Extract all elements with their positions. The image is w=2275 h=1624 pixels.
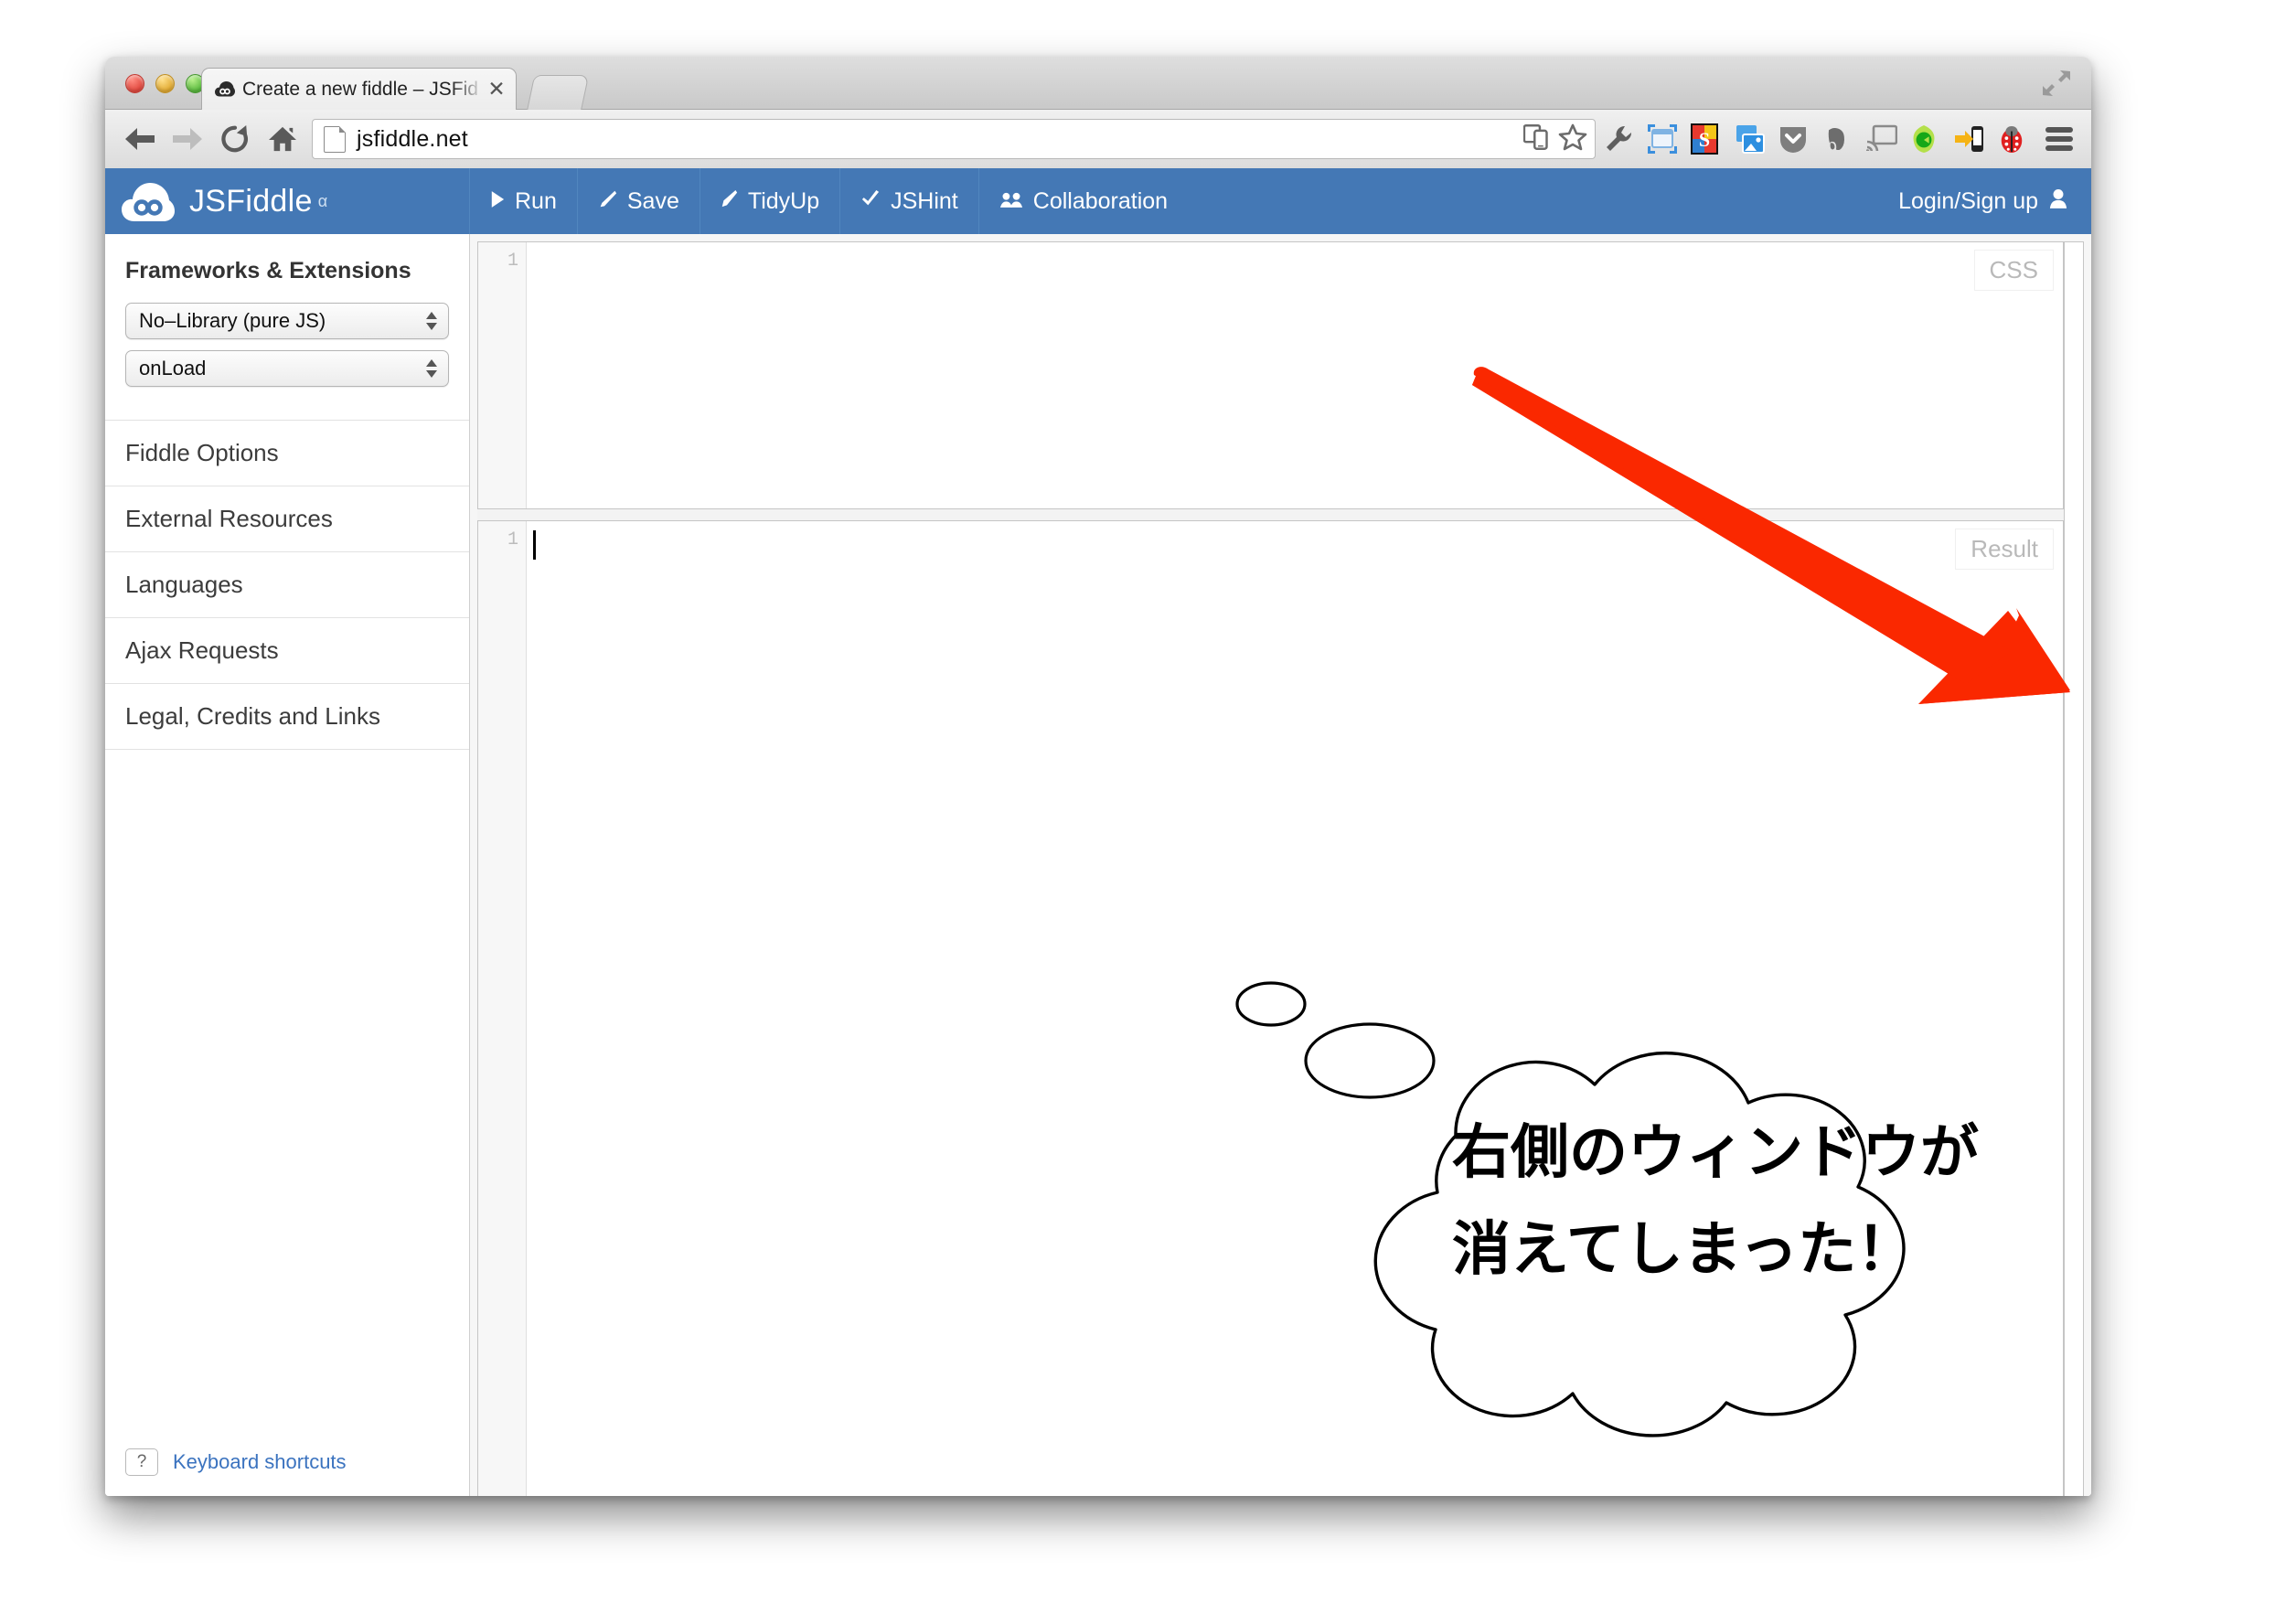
- sidebar-item-ajax-requests[interactable]: Ajax Requests: [105, 617, 469, 683]
- collaboration-button-label: Collaboration: [1032, 187, 1169, 214]
- header-spacer: [1188, 168, 1875, 234]
- bookmark-star-icon[interactable]: [1558, 123, 1587, 155]
- pencil-icon: [598, 188, 617, 215]
- text-cursor: [533, 530, 536, 560]
- responsive-view-icon[interactable]: [1522, 123, 1554, 155]
- wrench-icon[interactable]: [1603, 123, 1634, 155]
- close-window-button[interactable]: [125, 74, 144, 93]
- browser-titlebar: Create a new fiddle – JSFid ✕: [105, 57, 2091, 112]
- panel-divider[interactable]: [477, 509, 2064, 520]
- css-editor-gutter: 1: [478, 242, 527, 508]
- chevron-updown-icon: [426, 359, 437, 378]
- result-panel-label: Result: [1955, 529, 2054, 570]
- forward-arrow-icon: [164, 115, 211, 163]
- address-bar-url: jsfiddle.net: [357, 125, 468, 152]
- jsfiddle-page: JSFiddle α Run Save TidyUp JSHint Collab…: [105, 168, 2091, 1496]
- keyboard-shortcuts-link[interactable]: Keyboard shortcuts: [173, 1450, 347, 1474]
- reload-icon[interactable]: [211, 115, 259, 163]
- play-icon: [490, 188, 505, 215]
- sidebar-item-languages[interactable]: Languages: [105, 551, 469, 617]
- user-icon: [2049, 188, 2067, 215]
- extension-toolbar: S: [1603, 123, 2091, 155]
- tidyup-button-label: TidyUp: [747, 187, 820, 214]
- framework-select[interactable]: No–Library (pure JS): [125, 303, 449, 339]
- people-icon: [999, 188, 1023, 215]
- keyboard-shortcut-key: ?: [125, 1448, 158, 1476]
- jshint-button[interactable]: JSHint: [839, 168, 978, 234]
- jsfiddle-main: Frameworks & Extensions No–Library (pure…: [105, 234, 2091, 1496]
- home-icon[interactable]: [259, 115, 306, 163]
- minimize-window-button[interactable]: [155, 74, 175, 93]
- tidyup-button[interactable]: TidyUp: [699, 168, 840, 234]
- result-editor-gutter: 1: [478, 521, 527, 1496]
- save-button[interactable]: Save: [576, 168, 700, 234]
- collaboration-button[interactable]: Collaboration: [977, 168, 1189, 234]
- save-button-label: Save: [626, 187, 679, 214]
- browser-tab-active[interactable]: Create a new fiddle – JSFid ✕: [201, 68, 517, 110]
- jsfiddle-favicon-icon: [215, 81, 235, 97]
- cast-icon[interactable]: [1865, 123, 1898, 155]
- sidebar-item-fiddle-options[interactable]: Fiddle Options: [105, 420, 469, 486]
- image-downloader-icon[interactable]: [1735, 123, 1766, 155]
- css-panel-label: CSS: [1973, 250, 2054, 291]
- result-editor-panel[interactable]: 1 Result: [477, 520, 2064, 1496]
- svg-text:S: S: [1699, 128, 1710, 151]
- hamburger-menu-icon[interactable]: [2045, 127, 2073, 151]
- jsfiddle-cloud-infinity-logo: [122, 180, 175, 222]
- framework-select-value: No–Library (pure JS): [139, 309, 326, 332]
- brand-title: JSFiddle: [189, 183, 313, 219]
- broom-icon: [721, 188, 738, 215]
- sidebar-title: Frameworks & Extensions: [125, 258, 411, 283]
- brand-subtitle: α: [317, 191, 328, 210]
- sumo-icon[interactable]: S: [1691, 123, 1722, 155]
- jshint-button-label: JSHint: [891, 187, 958, 214]
- jsfiddle-brand[interactable]: JSFiddle α: [105, 168, 469, 234]
- sidebar-item-external-resources[interactable]: External Resources: [105, 486, 469, 551]
- jsfiddle-header: JSFiddle α Run Save TidyUp JSHint Collab…: [105, 168, 2091, 234]
- address-bar-actions: [1522, 123, 1589, 155]
- address-bar[interactable]: jsfiddle.net: [312, 119, 1596, 159]
- send-to-phone-icon[interactable]: [1954, 123, 1985, 155]
- css-editor-line-number: 1: [507, 251, 518, 272]
- run-button[interactable]: Run: [469, 168, 577, 234]
- run-button-label: Run: [515, 187, 557, 214]
- new-tab-button[interactable]: [526, 75, 590, 112]
- window-controls: [125, 74, 205, 93]
- browser-tab-title: Create a new fiddle – JSFid: [242, 78, 478, 100]
- collapsed-right-panel[interactable]: [2064, 241, 2084, 1496]
- pocket-icon[interactable]: [1778, 123, 1810, 155]
- css-editor-panel[interactable]: 1 CSS: [477, 241, 2064, 509]
- close-tab-button[interactable]: ✕: [485, 79, 508, 100]
- check-icon: [860, 188, 881, 215]
- sidebar-selects: No–Library (pure JS) onLoad: [105, 303, 469, 420]
- login-label: Login/Sign up: [1898, 187, 2038, 214]
- sidebar-filler: [105, 749, 469, 1448]
- load-type-select[interactable]: onLoad: [125, 350, 449, 387]
- screenshot-icon[interactable]: [1647, 123, 1678, 155]
- sidebar-item-legal-credits-links[interactable]: Legal, Credits and Links: [105, 683, 469, 749]
- evernote-icon[interactable]: [1822, 123, 1853, 155]
- green-shield-icon[interactable]: [1910, 123, 1941, 155]
- result-editor-line-number: 1: [507, 529, 518, 550]
- editor-area: 1 CSS 1 Result: [470, 234, 2091, 1496]
- ladybug-icon[interactable]: [1998, 123, 2029, 155]
- chevron-updown-icon: [426, 312, 437, 330]
- browser-navbar: jsfiddle.net S: [105, 110, 2091, 169]
- sidebar-footer: ? Keyboard shortcuts: [105, 1448, 469, 1496]
- back-arrow-icon[interactable]: [116, 115, 164, 163]
- sidebar: Frameworks & Extensions No–Library (pure…: [105, 234, 470, 1496]
- load-type-select-value: onLoad: [139, 357, 207, 379]
- browser-window: Create a new fiddle – JSFid ✕ jsfiddle.n…: [105, 57, 2091, 1496]
- page-document-icon: [324, 125, 346, 153]
- fullscreen-expand-icon[interactable]: [2042, 69, 2071, 97]
- login-signup-button[interactable]: Login/Sign up: [1874, 168, 2091, 234]
